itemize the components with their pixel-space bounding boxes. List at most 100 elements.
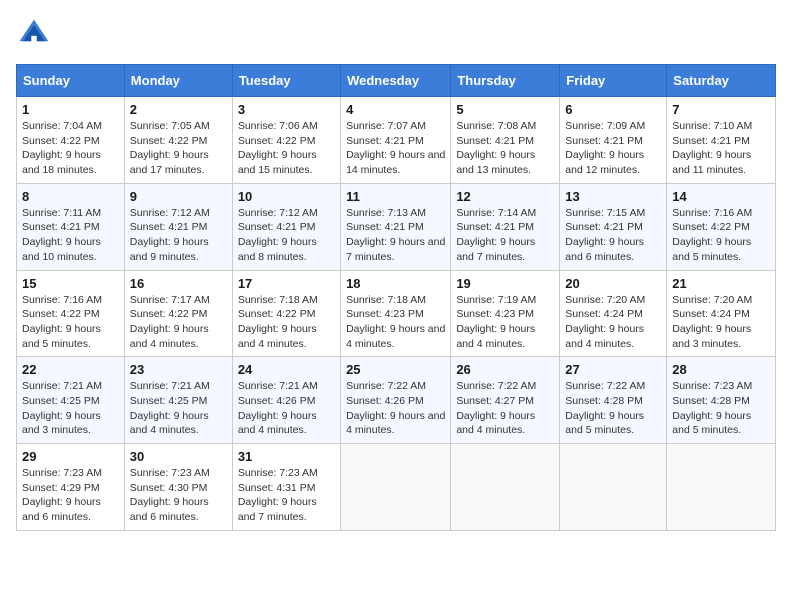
- day-number: 17: [238, 276, 335, 291]
- calendar-cell: 28 Sunrise: 7:23 AM Sunset: 4:28 PM Dayl…: [667, 357, 776, 444]
- day-header-wednesday: Wednesday: [341, 65, 451, 97]
- day-number: 16: [130, 276, 227, 291]
- calendar-cell: 22 Sunrise: 7:21 AM Sunset: 4:25 PM Dayl…: [17, 357, 125, 444]
- cell-info: Sunrise: 7:20 AM Sunset: 4:24 PM Dayligh…: [565, 293, 661, 352]
- day-number: 8: [22, 189, 119, 204]
- cell-info: Sunrise: 7:05 AM Sunset: 4:22 PM Dayligh…: [130, 119, 227, 178]
- cell-info: Sunrise: 7:16 AM Sunset: 4:22 PM Dayligh…: [672, 206, 770, 265]
- day-number: 19: [456, 276, 554, 291]
- day-number: 30: [130, 449, 227, 464]
- cell-info: Sunrise: 7:12 AM Sunset: 4:21 PM Dayligh…: [130, 206, 227, 265]
- calendar-table: SundayMondayTuesdayWednesdayThursdayFrid…: [16, 64, 776, 531]
- cell-info: Sunrise: 7:11 AM Sunset: 4:21 PM Dayligh…: [22, 206, 119, 265]
- day-number: 12: [456, 189, 554, 204]
- calendar-cell: 2 Sunrise: 7:05 AM Sunset: 4:22 PM Dayli…: [124, 97, 232, 184]
- day-number: 15: [22, 276, 119, 291]
- calendar-week-3: 15 Sunrise: 7:16 AM Sunset: 4:22 PM Dayl…: [17, 270, 776, 357]
- calendar-cell: 18 Sunrise: 7:18 AM Sunset: 4:23 PM Dayl…: [341, 270, 451, 357]
- cell-info: Sunrise: 7:17 AM Sunset: 4:22 PM Dayligh…: [130, 293, 227, 352]
- calendar-cell: 8 Sunrise: 7:11 AM Sunset: 4:21 PM Dayli…: [17, 183, 125, 270]
- calendar-cell: 16 Sunrise: 7:17 AM Sunset: 4:22 PM Dayl…: [124, 270, 232, 357]
- day-header-monday: Monday: [124, 65, 232, 97]
- cell-info: Sunrise: 7:21 AM Sunset: 4:25 PM Dayligh…: [22, 379, 119, 438]
- calendar-header-row: SundayMondayTuesdayWednesdayThursdayFrid…: [17, 65, 776, 97]
- calendar-cell: 19 Sunrise: 7:19 AM Sunset: 4:23 PM Dayl…: [451, 270, 560, 357]
- calendar-cell: 24 Sunrise: 7:21 AM Sunset: 4:26 PM Dayl…: [232, 357, 340, 444]
- calendar-cell: 11 Sunrise: 7:13 AM Sunset: 4:21 PM Dayl…: [341, 183, 451, 270]
- cell-info: Sunrise: 7:04 AM Sunset: 4:22 PM Dayligh…: [22, 119, 119, 178]
- cell-info: Sunrise: 7:23 AM Sunset: 4:28 PM Dayligh…: [672, 379, 770, 438]
- day-number: 21: [672, 276, 770, 291]
- day-number: 4: [346, 102, 445, 117]
- calendar-cell: 6 Sunrise: 7:09 AM Sunset: 4:21 PM Dayli…: [560, 97, 667, 184]
- day-number: 10: [238, 189, 335, 204]
- calendar-cell: 29 Sunrise: 7:23 AM Sunset: 4:29 PM Dayl…: [17, 444, 125, 531]
- calendar-cell: [451, 444, 560, 531]
- day-number: 25: [346, 362, 445, 377]
- calendar-cell: 27 Sunrise: 7:22 AM Sunset: 4:28 PM Dayl…: [560, 357, 667, 444]
- calendar-cell: [667, 444, 776, 531]
- calendar-cell: 26 Sunrise: 7:22 AM Sunset: 4:27 PM Dayl…: [451, 357, 560, 444]
- calendar-cell: 3 Sunrise: 7:06 AM Sunset: 4:22 PM Dayli…: [232, 97, 340, 184]
- calendar-cell: 10 Sunrise: 7:12 AM Sunset: 4:21 PM Dayl…: [232, 183, 340, 270]
- cell-info: Sunrise: 7:23 AM Sunset: 4:29 PM Dayligh…: [22, 466, 119, 525]
- day-number: 5: [456, 102, 554, 117]
- calendar-cell: 13 Sunrise: 7:15 AM Sunset: 4:21 PM Dayl…: [560, 183, 667, 270]
- cell-info: Sunrise: 7:23 AM Sunset: 4:30 PM Dayligh…: [130, 466, 227, 525]
- calendar-cell: 20 Sunrise: 7:20 AM Sunset: 4:24 PM Dayl…: [560, 270, 667, 357]
- cell-info: Sunrise: 7:16 AM Sunset: 4:22 PM Dayligh…: [22, 293, 119, 352]
- day-number: 11: [346, 189, 445, 204]
- calendar-cell: 15 Sunrise: 7:16 AM Sunset: 4:22 PM Dayl…: [17, 270, 125, 357]
- day-header-friday: Friday: [560, 65, 667, 97]
- cell-info: Sunrise: 7:18 AM Sunset: 4:22 PM Dayligh…: [238, 293, 335, 352]
- cell-info: Sunrise: 7:21 AM Sunset: 4:26 PM Dayligh…: [238, 379, 335, 438]
- cell-info: Sunrise: 7:07 AM Sunset: 4:21 PM Dayligh…: [346, 119, 445, 178]
- day-header-sunday: Sunday: [17, 65, 125, 97]
- day-number: 22: [22, 362, 119, 377]
- calendar-week-1: 1 Sunrise: 7:04 AM Sunset: 4:22 PM Dayli…: [17, 97, 776, 184]
- cell-info: Sunrise: 7:21 AM Sunset: 4:25 PM Dayligh…: [130, 379, 227, 438]
- day-number: 26: [456, 362, 554, 377]
- cell-info: Sunrise: 7:18 AM Sunset: 4:23 PM Dayligh…: [346, 293, 445, 352]
- day-number: 27: [565, 362, 661, 377]
- calendar-cell: [560, 444, 667, 531]
- day-header-thursday: Thursday: [451, 65, 560, 97]
- day-number: 24: [238, 362, 335, 377]
- day-number: 9: [130, 189, 227, 204]
- day-number: 1: [22, 102, 119, 117]
- day-header-tuesday: Tuesday: [232, 65, 340, 97]
- day-number: 3: [238, 102, 335, 117]
- calendar-cell: 9 Sunrise: 7:12 AM Sunset: 4:21 PM Dayli…: [124, 183, 232, 270]
- cell-info: Sunrise: 7:10 AM Sunset: 4:21 PM Dayligh…: [672, 119, 770, 178]
- cell-info: Sunrise: 7:06 AM Sunset: 4:22 PM Dayligh…: [238, 119, 335, 178]
- cell-info: Sunrise: 7:12 AM Sunset: 4:21 PM Dayligh…: [238, 206, 335, 265]
- calendar-week-4: 22 Sunrise: 7:21 AM Sunset: 4:25 PM Dayl…: [17, 357, 776, 444]
- logo: [16, 16, 56, 52]
- cell-info: Sunrise: 7:22 AM Sunset: 4:27 PM Dayligh…: [456, 379, 554, 438]
- cell-info: Sunrise: 7:22 AM Sunset: 4:26 PM Dayligh…: [346, 379, 445, 438]
- calendar-cell: 31 Sunrise: 7:23 AM Sunset: 4:31 PM Dayl…: [232, 444, 340, 531]
- day-number: 14: [672, 189, 770, 204]
- cell-info: Sunrise: 7:09 AM Sunset: 4:21 PM Dayligh…: [565, 119, 661, 178]
- day-number: 6: [565, 102, 661, 117]
- cell-info: Sunrise: 7:15 AM Sunset: 4:21 PM Dayligh…: [565, 206, 661, 265]
- calendar-cell: 4 Sunrise: 7:07 AM Sunset: 4:21 PM Dayli…: [341, 97, 451, 184]
- calendar-cell: 17 Sunrise: 7:18 AM Sunset: 4:22 PM Dayl…: [232, 270, 340, 357]
- day-number: 28: [672, 362, 770, 377]
- day-number: 2: [130, 102, 227, 117]
- cell-info: Sunrise: 7:13 AM Sunset: 4:21 PM Dayligh…: [346, 206, 445, 265]
- calendar-cell: 1 Sunrise: 7:04 AM Sunset: 4:22 PM Dayli…: [17, 97, 125, 184]
- calendar-cell: 25 Sunrise: 7:22 AM Sunset: 4:26 PM Dayl…: [341, 357, 451, 444]
- cell-info: Sunrise: 7:23 AM Sunset: 4:31 PM Dayligh…: [238, 466, 335, 525]
- logo-icon: [16, 16, 52, 52]
- calendar-cell: 5 Sunrise: 7:08 AM Sunset: 4:21 PM Dayli…: [451, 97, 560, 184]
- cell-info: Sunrise: 7:14 AM Sunset: 4:21 PM Dayligh…: [456, 206, 554, 265]
- calendar-cell: 21 Sunrise: 7:20 AM Sunset: 4:24 PM Dayl…: [667, 270, 776, 357]
- cell-info: Sunrise: 7:20 AM Sunset: 4:24 PM Dayligh…: [672, 293, 770, 352]
- page-header: [16, 16, 776, 52]
- calendar-week-5: 29 Sunrise: 7:23 AM Sunset: 4:29 PM Dayl…: [17, 444, 776, 531]
- calendar-week-2: 8 Sunrise: 7:11 AM Sunset: 4:21 PM Dayli…: [17, 183, 776, 270]
- day-number: 18: [346, 276, 445, 291]
- calendar-cell: 23 Sunrise: 7:21 AM Sunset: 4:25 PM Dayl…: [124, 357, 232, 444]
- day-number: 31: [238, 449, 335, 464]
